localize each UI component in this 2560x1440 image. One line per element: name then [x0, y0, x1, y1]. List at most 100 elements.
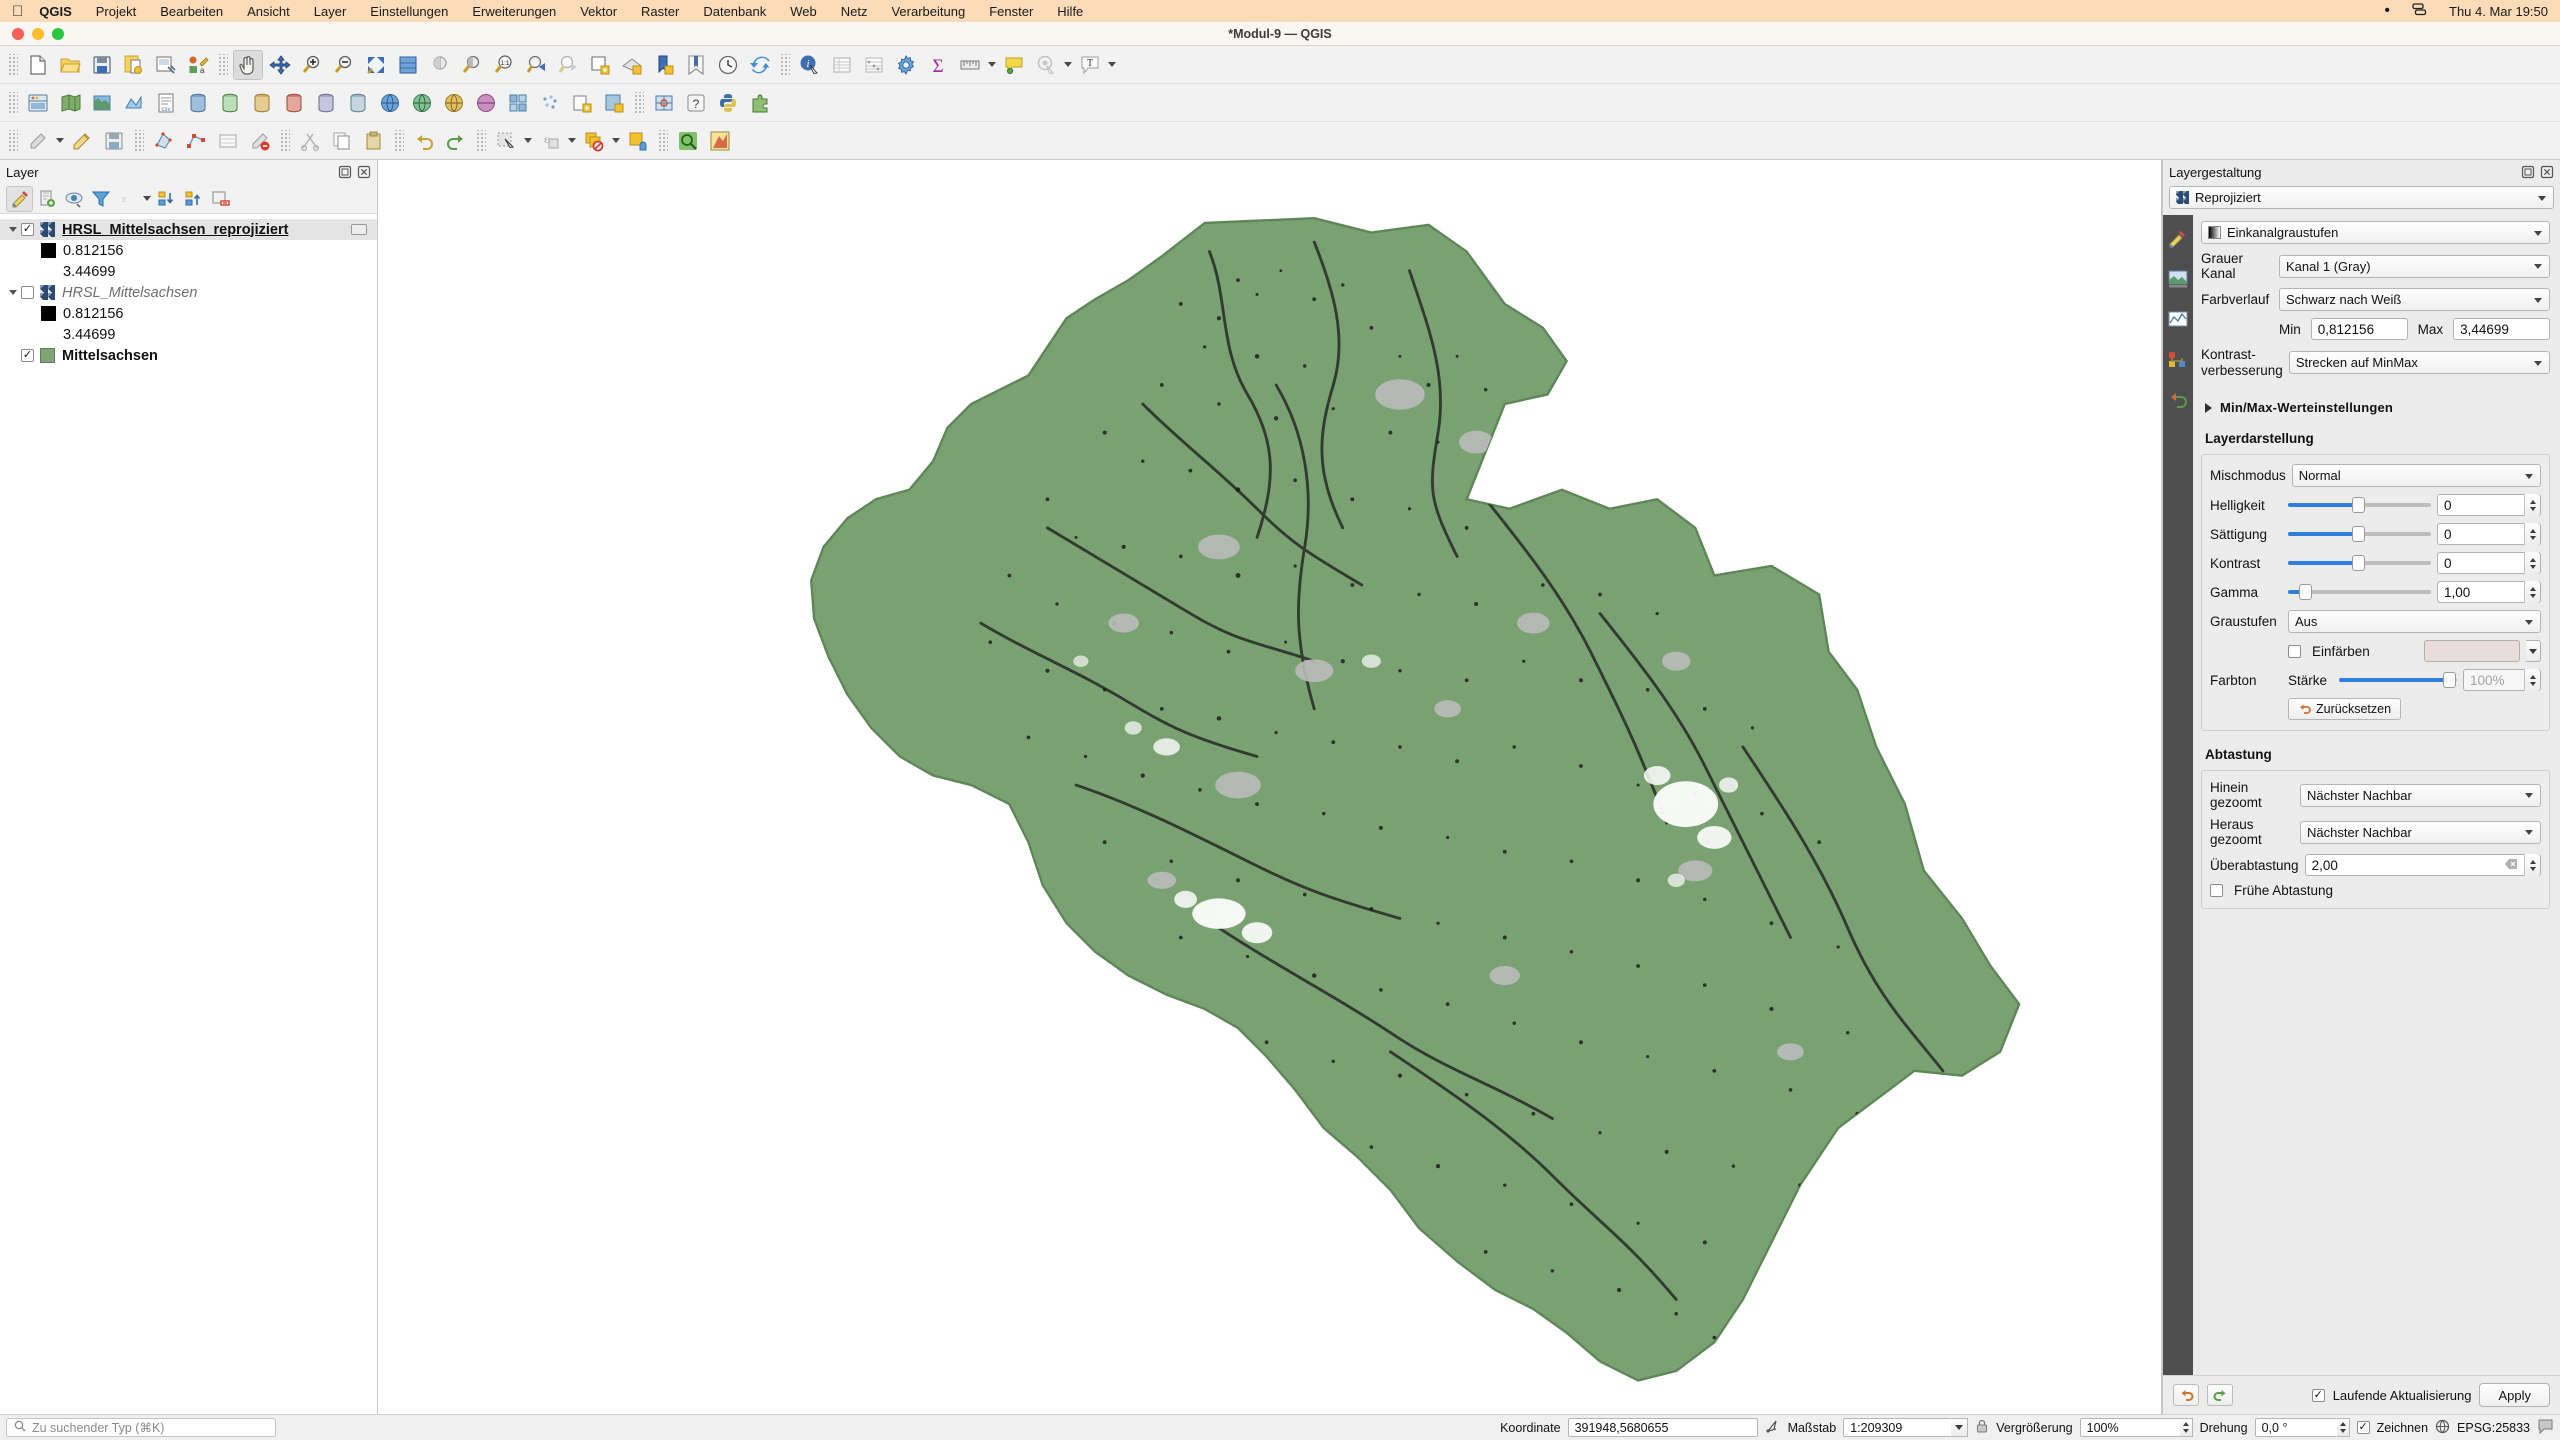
new-3d-map-view-icon[interactable]	[617, 50, 647, 80]
layer-indicator-icon[interactable]	[351, 224, 367, 235]
deselect-features-icon[interactable]	[579, 126, 609, 156]
color-ramp-select[interactable]: Schwarz nach Weiß	[2279, 288, 2550, 311]
saturation-spinbox[interactable]: 0	[2437, 523, 2541, 546]
color-picker-icon[interactable]	[705, 126, 735, 156]
collapse-all-icon[interactable]	[180, 186, 207, 212]
temporal-controller-icon[interactable]	[713, 50, 743, 80]
zoom-in-icon[interactable]	[297, 50, 327, 80]
style-manager-icon[interactable]: a	[183, 50, 213, 80]
tab-rendering-icon[interactable]	[2166, 347, 2190, 371]
show-map-tips-icon[interactable]	[999, 50, 1029, 80]
tab-symbology-icon[interactable]	[2166, 227, 2190, 251]
early-resampling-checkbox[interactable]	[2210, 884, 2223, 898]
lock-icon[interactable]	[1975, 1418, 1989, 1437]
add-wcs-layer-icon[interactable]	[407, 88, 437, 118]
oversampling-spinbox[interactable]: 2,00	[2304, 854, 2541, 877]
zoomed-in-select[interactable]: Nächster Nachbar	[2300, 783, 2541, 807]
redo-icon[interactable]	[441, 126, 471, 156]
pan-map-icon[interactable]	[233, 49, 263, 80]
hue-color-button[interactable]	[2424, 640, 2520, 663]
locator-search-input[interactable]: Zu suchender Typ (⌘K)	[6, 1418, 276, 1437]
add-db2-layer-icon[interactable]	[311, 88, 341, 118]
remove-layer-icon[interactable]	[207, 186, 234, 212]
add-vector-layer-icon[interactable]	[55, 88, 85, 118]
message-log-icon[interactable]	[2537, 1418, 2554, 1437]
toolbar-grip[interactable]	[8, 53, 18, 76]
apply-button[interactable]: Apply	[2479, 1383, 2550, 1407]
toggle-editing-icon[interactable]	[67, 126, 97, 156]
manage-layer-visibility-icon[interactable]	[60, 186, 87, 212]
statistical-summary-icon[interactable]: Σ	[923, 50, 953, 80]
current-edits-dropdown-icon[interactable]	[54, 126, 66, 156]
colorize-checkbox[interactable]	[2288, 644, 2301, 658]
refresh-icon[interactable]	[745, 50, 775, 80]
new-bookmark-icon[interactable]	[649, 50, 679, 80]
menu-item-web[interactable]: Web	[790, 4, 817, 19]
zoomed-out-select[interactable]: Nächster Nachbar	[2300, 820, 2541, 844]
menu-item-fenster[interactable]: Fenster	[989, 4, 1033, 19]
add-delimited-text-layer-icon[interactable]: csv	[151, 88, 181, 118]
measure-line-icon[interactable]	[955, 50, 985, 80]
save-project-icon[interactable]	[87, 50, 117, 80]
menu-item-verarbeitung[interactable]: Verarbeitung	[891, 4, 965, 19]
hue-color-dropdown-icon[interactable]	[2526, 640, 2541, 663]
layer-visibility-checkbox[interactable]: ✓	[21, 349, 34, 362]
delete-selected-icon[interactable]	[245, 126, 275, 156]
layer-tree-item-hrsl[interactable]: HRSL_Mittelsachsen	[0, 282, 377, 303]
filter-legend-by-expression-icon[interactable]: ε	[114, 186, 141, 212]
menu-item-einstellungen[interactable]: Einstellungen	[370, 4, 448, 19]
zoom-out-icon[interactable]	[329, 50, 359, 80]
new-project-icon[interactable]	[23, 50, 53, 80]
undo-icon[interactable]	[409, 126, 439, 156]
filter-legend-icon[interactable]	[87, 186, 114, 212]
add-arcgis-feature-service-icon[interactable]	[471, 88, 501, 118]
layer-visibility-checkbox[interactable]	[21, 286, 34, 299]
layer-tree[interactable]: ✓ HRSL_Mittelsachsen_reprojiziert 0.8121…	[0, 214, 377, 1414]
layer-visibility-checkbox[interactable]: ✓	[21, 223, 34, 236]
vertex-tool-icon[interactable]	[181, 126, 211, 156]
field-calculator-icon[interactable]	[859, 50, 889, 80]
modify-attributes-icon[interactable]	[213, 126, 243, 156]
select-by-expression-dropdown-icon[interactable]	[566, 126, 578, 156]
zoom-full-icon[interactable]	[361, 50, 391, 80]
toolbar-grip[interactable]	[134, 129, 144, 152]
tab-history-icon[interactable]	[2166, 387, 2190, 411]
grayscale-select[interactable]: Aus	[2288, 610, 2541, 634]
rotation-value[interactable]: 0,0 °	[2254, 1418, 2337, 1437]
expander-icon[interactable]	[4, 290, 21, 295]
toolbar-grip[interactable]	[394, 129, 404, 152]
menu-item-hilfe[interactable]: Hilfe	[1057, 4, 1083, 19]
deselect-dropdown-icon[interactable]	[610, 126, 622, 156]
clear-field-icon[interactable]	[2504, 858, 2518, 873]
processing-toolbox-icon[interactable]	[891, 50, 921, 80]
menu-item-qgis[interactable]: QGIS	[39, 4, 72, 19]
add-wfs-layer-icon[interactable]	[439, 88, 469, 118]
zoom-next-icon[interactable]	[553, 50, 583, 80]
add-postgis-layer-icon[interactable]	[183, 88, 213, 118]
strength-slider[interactable]	[2339, 670, 2457, 690]
select-features-dropdown-icon[interactable]	[522, 126, 534, 156]
zoom-native-icon[interactable]	[393, 50, 423, 80]
menu-item-datenbank[interactable]: Datenbank	[703, 4, 766, 19]
menu-item-layer[interactable]: Layer	[314, 4, 347, 19]
menu-item-erweiterungen[interactable]: Erweiterungen	[472, 4, 556, 19]
zoom-to-layer-icon[interactable]	[457, 50, 487, 80]
minmax-settings-section[interactable]: Min/Max-Werteinstellungen	[2205, 400, 2550, 415]
expander-icon[interactable]	[4, 227, 21, 232]
map-canvas[interactable]	[378, 160, 2162, 1414]
layer-tree-item-hrsl-reprojiziert[interactable]: ✓ HRSL_Mittelsachsen_reprojiziert	[0, 219, 377, 240]
add-mssql-layer-icon[interactable]	[247, 88, 277, 118]
show-bookmarks-icon[interactable]	[681, 50, 711, 80]
open-project-icon[interactable]	[55, 50, 85, 80]
gamma-spinbox[interactable]: 1,00	[2437, 581, 2541, 604]
select-by-expression-icon[interactable]: ε	[535, 126, 565, 156]
blend-mode-select[interactable]: Normal	[2291, 464, 2541, 488]
render-checkbox[interactable]: ✓	[2356, 1421, 2370, 1434]
annotations-dropdown-icon[interactable]	[1062, 50, 1074, 80]
georeferencer-icon[interactable]	[649, 88, 679, 118]
tab-histogram-icon[interactable]	[2166, 307, 2190, 331]
add-raster-layer-icon[interactable]	[87, 88, 117, 118]
add-mesh-layer-icon[interactable]	[119, 88, 149, 118]
menu-item-projekt[interactable]: Projekt	[96, 4, 136, 19]
magnifier-value[interactable]: 100%	[2079, 1418, 2180, 1437]
